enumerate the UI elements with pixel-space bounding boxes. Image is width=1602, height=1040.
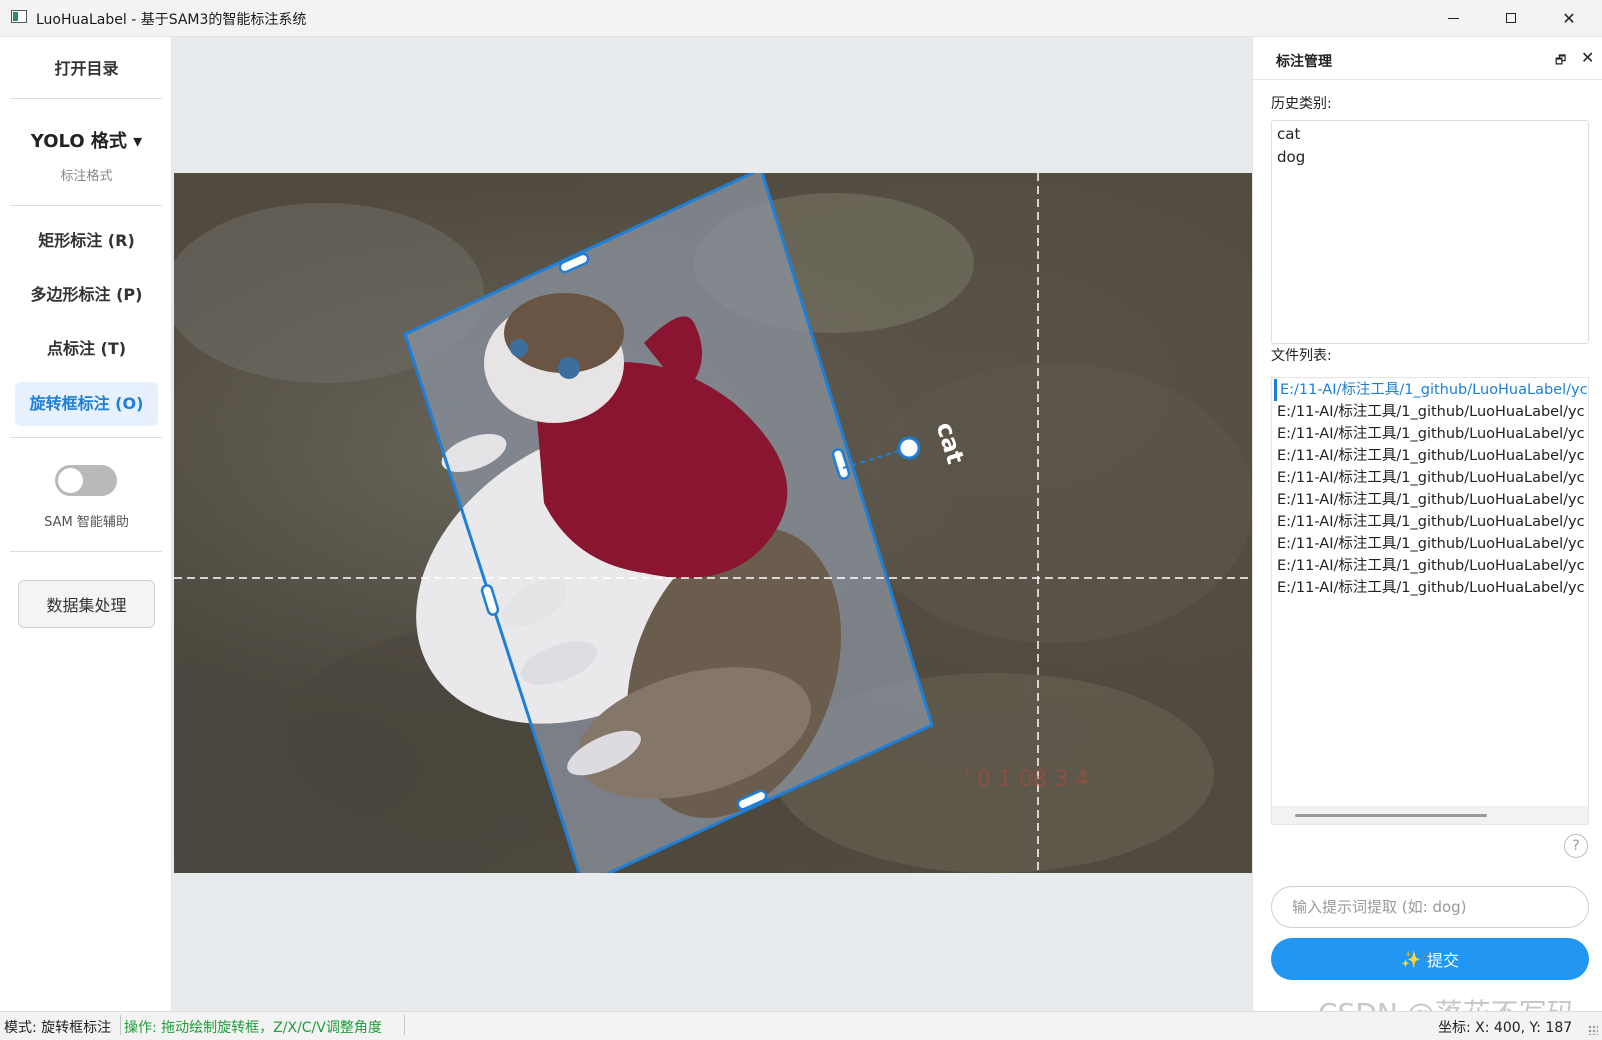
sparkle-icon: ✨	[1401, 949, 1421, 969]
help-icon[interactable]: ?	[1564, 834, 1588, 858]
date-stamp: ' 0 1 08 3 4	[964, 767, 1089, 792]
history-item[interactable]: dog	[1277, 148, 1305, 166]
submit-button[interactable]: ✨ 提交	[1271, 938, 1589, 980]
dataset-process-button[interactable]: 数据集处理	[18, 580, 155, 628]
close-button[interactable]: ✕	[1540, 0, 1598, 36]
horizontal-scrollbar[interactable]	[1272, 806, 1588, 824]
history-label: 历史类别:	[1271, 96, 1332, 112]
status-bar: 模式: 旋转框标注 操作: 拖动绘制旋转框，Z/X/C/V调整角度 坐标: X:…	[0, 1011, 1602, 1040]
history-class-list[interactable]: cat dog	[1271, 120, 1589, 344]
file-item[interactable]: E:/11-AI/标注工具/1_github/LuoHuaLabel/yc	[1277, 467, 1588, 489]
file-item[interactable]: E:/11-AI/标注工具/1_github/LuoHuaLabel/yc	[1277, 401, 1588, 423]
sam-assist-label: SAM 智能辅助	[44, 515, 129, 530]
sidebar-divider	[10, 98, 162, 99]
minimize-icon	[1447, 17, 1459, 19]
file-item[interactable]: E:/11-AI/标注工具/1_github/LuoHuaLabel/yc	[1277, 555, 1588, 577]
title-bar: LuoHuaLabel - 基于SAM3的智能标注系统 ✕	[0, 0, 1602, 37]
status-coordinates: 坐标: X: 400, Y: 187	[1438, 1020, 1573, 1036]
submit-label: 提交	[1426, 951, 1459, 970]
format-caption: 标注格式	[60, 169, 113, 184]
file-list-label: 文件列表:	[1271, 348, 1332, 364]
point-tool-button[interactable]: 点标注 (T)	[15, 334, 158, 364]
tool-sidebar: 打开目录 YOLO 格式 ▾ 标注格式 矩形标注 (R) 多边形标注 (P) 点…	[0, 37, 172, 1011]
rotation-handle[interactable]	[897, 436, 921, 460]
status-mode: 模式: 旋转框标注	[4, 1020, 112, 1036]
prompt-input[interactable]	[1271, 886, 1589, 928]
close-icon: ✕	[1562, 8, 1576, 28]
file-item[interactable]: E:/11-AI/标注工具/1_github/LuoHuaLabel/yc	[1277, 423, 1588, 445]
panel-divider	[1253, 79, 1602, 80]
maximize-icon	[1506, 13, 1516, 23]
status-divider	[404, 1015, 405, 1035]
scrollbar-thumb[interactable]	[1295, 814, 1487, 817]
maximize-button[interactable]	[1482, 0, 1540, 36]
format-dropdown[interactable]: YOLO 格式 ▾	[15, 127, 158, 153]
file-item[interactable]: E:/11-AI/标注工具/1_github/LuoHuaLabel/yc	[1277, 533, 1588, 555]
rotated-box-tool-button[interactable]: 旋转框标注 (O)	[15, 382, 158, 426]
sidebar-divider	[10, 551, 162, 552]
file-item[interactable]: E:/11-AI/标注工具/1_github/LuoHuaLabel/yc	[1277, 489, 1588, 511]
file-item[interactable]: E:/11-AI/标注工具/1_github/LuoHuaLabel/yc	[1277, 577, 1588, 599]
resize-grip[interactable]	[1588, 1025, 1598, 1035]
panel-close-icon[interactable]: ✕	[1581, 48, 1594, 67]
polygon-tool-button[interactable]: 多边形标注 (P)	[15, 280, 158, 310]
file-item[interactable]: E:/11-AI/标注工具/1_github/LuoHuaLabel/yc	[1277, 511, 1588, 533]
panel-title: 标注管理	[1276, 54, 1332, 70]
sidebar-divider	[10, 437, 162, 438]
history-item[interactable]: cat	[1277, 125, 1300, 143]
sidebar-divider	[10, 205, 162, 206]
status-divider	[120, 1015, 121, 1035]
app-icon	[11, 10, 27, 23]
annotated-image[interactable]: cat ' 0 1 08 3 4	[174, 173, 1252, 873]
file-item-selected[interactable]: E:/11-AI/标注工具/1_github/LuoHuaLabel/yc	[1274, 379, 1588, 401]
file-item[interactable]: E:/11-AI/标注工具/1_github/LuoHuaLabel/yc	[1277, 445, 1588, 467]
status-operation: 操作: 拖动绘制旋转框，Z/X/C/V调整角度	[124, 1020, 382, 1036]
window-title: LuoHuaLabel - 基于SAM3的智能标注系统	[36, 12, 307, 28]
panel-restore-icon[interactable]: 🗗	[1555, 51, 1566, 72]
rect-tool-button[interactable]: 矩形标注 (R)	[15, 226, 158, 256]
open-directory-button[interactable]: 打开目录	[15, 54, 158, 84]
sam-assist-toggle[interactable]	[55, 465, 117, 496]
annotation-panel: 标注管理 🗗 ✕ 历史类别: cat dog 文件列表: E:/11-AI/标注…	[1252, 37, 1602, 1011]
file-list[interactable]: E:/11-AI/标注工具/1_github/LuoHuaLabel/yc E:…	[1271, 377, 1589, 825]
minimize-button[interactable]	[1424, 0, 1482, 36]
annotation-overlay: cat ' 0 1 08 3 4	[174, 173, 1252, 873]
toggle-knob	[58, 468, 83, 493]
